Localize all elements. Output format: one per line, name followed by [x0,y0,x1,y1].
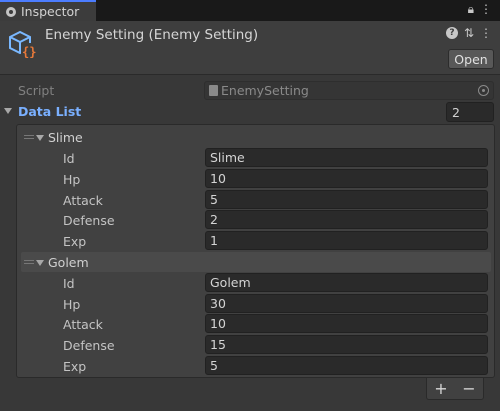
list-element-header[interactable]: Slime [21,127,491,147]
list-size-field[interactable]: 2 [446,102,494,122]
attack-field[interactable]: 5 [205,190,488,209]
list-element-header[interactable]: Golem [21,252,491,272]
script-field[interactable]: EnemySetting [204,81,494,100]
prop-label-exp: Exp [63,359,87,374]
list-footer: + − [426,378,484,400]
kebab-menu-icon[interactable]: ⋮ [480,26,492,40]
script-label: Script [18,83,55,98]
attack-field[interactable]: 10 [205,314,488,333]
info-icon [6,6,16,17]
defense-field[interactable]: 2 [205,210,488,229]
id-field[interactable]: Golem [205,273,488,292]
prop-label-id: Id [63,276,75,291]
foldout-arrow-icon[interactable] [36,135,44,141]
element-name: Slime [48,130,83,145]
script-file-icon [209,85,218,96]
foldout-arrow-icon[interactable] [36,260,44,266]
inspector-header: {} Enemy Setting (Enemy Setting) ? ⇅ ⋮ O… [0,21,500,75]
hp-field[interactable]: 10 [205,169,488,188]
drag-handle-icon[interactable] [24,135,34,139]
open-button[interactable]: Open [448,49,494,69]
prop-label-defense: Defense [63,338,115,353]
prop-label-hp: Hp [63,172,81,187]
tab-title: Inspector [21,4,80,19]
object-picker-icon[interactable] [478,85,489,96]
exp-field[interactable]: 1 [205,231,488,250]
prop-label-attack: Attack [63,317,103,332]
data-list-label[interactable]: Data List [18,104,81,119]
defense-field[interactable]: 15 [205,335,488,354]
tab-inspector[interactable]: Inspector [0,0,96,21]
lock-icon[interactable]: 🔒︎ [468,2,474,17]
hp-field[interactable]: 30 [205,294,488,313]
tab-bar: Inspector 🔒︎ ⋮ [0,0,500,21]
prop-label-attack: Attack [63,193,103,208]
foldout-arrow-icon[interactable] [4,108,12,114]
help-icon[interactable]: ? [445,27,458,39]
prop-label-hp: Hp [63,297,81,312]
svg-text:{}: {} [22,45,36,59]
inspector-title: Enemy Setting (Enemy Setting) [45,27,259,43]
preset-sliders-icon[interactable]: ⇅ [464,26,474,40]
remove-element-button[interactable]: − [462,379,475,398]
prop-label-id: Id [63,151,75,166]
prop-label-exp: Exp [63,234,87,249]
script-value: EnemySetting [221,83,309,98]
kebab-menu-icon[interactable]: ⋮ [480,2,492,17]
drag-handle-icon[interactable] [24,260,34,264]
exp-field[interactable]: 5 [205,356,488,375]
id-field[interactable]: Slime [205,148,488,167]
prop-label-defense: Defense [63,213,115,228]
scriptable-object-icon: {} [9,30,37,59]
element-name: Golem [48,255,89,270]
add-element-button[interactable]: + [434,379,447,398]
